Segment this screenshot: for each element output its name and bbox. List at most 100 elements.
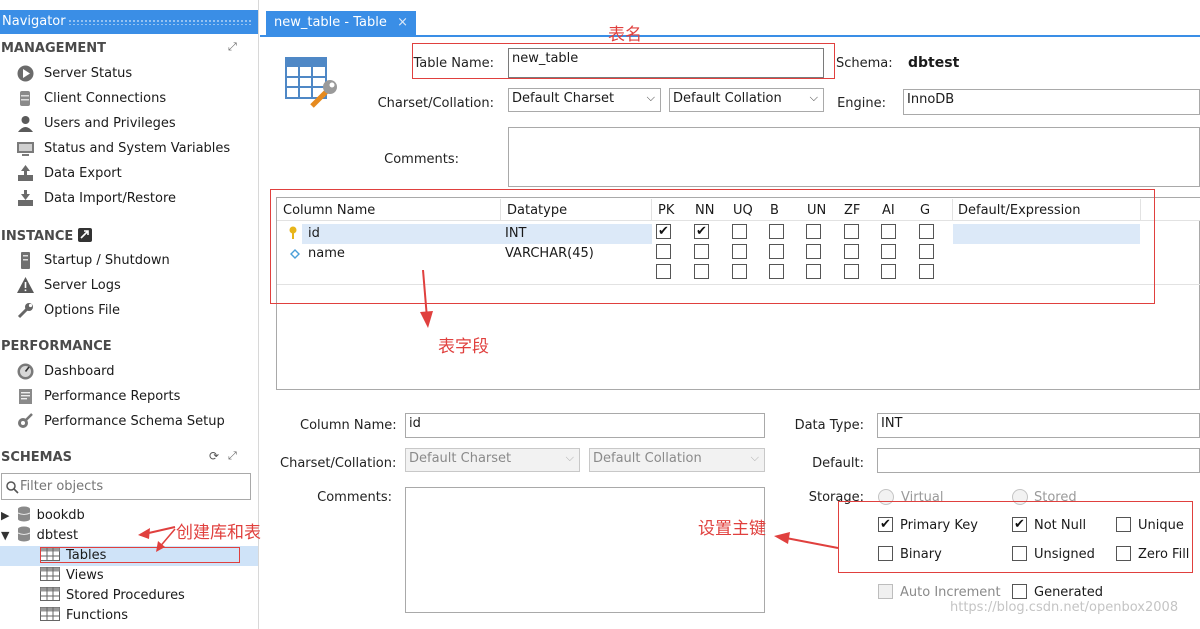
detail-charset-select[interactable]: Default Charset ⌵ <box>405 448 580 472</box>
tree-item-label: Views <box>66 568 104 583</box>
nav-performance-schema-setup[interactable]: Performance Schema Setup <box>16 411 225 433</box>
nav-dashboard[interactable]: Dashboard <box>16 361 115 383</box>
expand-arrow-icon[interactable]: ▶ <box>1 509 9 522</box>
table-comments-textarea[interactable] <box>508 127 1200 187</box>
column-name-label: Column Name: <box>300 418 397 433</box>
annotation-box-primary-key <box>838 501 1193 573</box>
column-name-value: id <box>409 416 421 431</box>
schemas-expand-icon[interactable]: ⤢ <box>228 449 237 463</box>
charset-select[interactable]: Default Charset ⌵ <box>508 88 661 112</box>
filter-box[interactable] <box>1 473 251 500</box>
tree-functions[interactable]: Functions <box>40 606 128 626</box>
nav-client-connections[interactable]: Client Connections <box>16 88 166 110</box>
user-icon <box>18 116 33 132</box>
settings-wrench-icon <box>18 413 33 428</box>
watermark: https://blog.csdn.net/openbox2008 <box>950 600 1179 615</box>
detail-collation-select[interactable]: Default Collation ⌵ <box>589 448 765 472</box>
collation-value: Default Collation <box>673 91 782 106</box>
procedure-icon <box>40 587 60 601</box>
data-type-input[interactable]: INT <box>877 413 1200 438</box>
section-management: MANAGEMENT <box>1 41 107 56</box>
tab-new-table[interactable]: new_table - Table × <box>266 11 416 35</box>
detail-collation-value: Default Collation <box>593 451 702 466</box>
nav-item-label: Startup / Shutdown <box>44 253 170 268</box>
close-icon[interactable]: × <box>397 11 408 35</box>
tree-item-label: Stored Procedures <box>66 588 185 603</box>
schema-bookdb[interactable]: ▶ bookdb <box>1 506 85 526</box>
tree-stored-procedures[interactable]: Stored Procedures <box>40 586 185 606</box>
database-icon <box>20 91 30 106</box>
detail-charset-value: Default Charset <box>409 451 512 466</box>
schema-value: dbtest <box>908 55 960 71</box>
nav-item-label: Options File <box>44 303 121 318</box>
navigator-title: Navigator <box>2 14 66 29</box>
charset-value: Default Charset <box>512 91 615 106</box>
filter-input[interactable] <box>20 477 245 496</box>
nav-data-export[interactable]: Data Export <box>16 163 122 185</box>
charset-label: Charset/Collation: <box>377 96 494 111</box>
nav-item-label: Data Import/Restore <box>44 191 177 206</box>
navigator-header: Navigator <box>0 10 258 34</box>
expand-icon[interactable]: ⤢ <box>228 40 237 54</box>
detail-comments-textarea[interactable] <box>405 487 765 613</box>
schema-dbtest[interactable]: ▼ dbtest <box>1 526 78 546</box>
function-icon <box>40 607 60 621</box>
refresh-icon[interactable]: ⟳ <box>209 449 219 463</box>
detail-comments-label: Comments: <box>317 490 392 505</box>
header-grip <box>68 19 253 25</box>
nav-startup-shutdown[interactable]: Startup / Shutdown <box>16 250 170 272</box>
nav-item-label: Status and System Variables <box>44 141 231 156</box>
table-editor-icon <box>285 57 337 108</box>
collapse-arrow-icon[interactable]: ▼ <box>1 529 9 542</box>
comments-label: Comments: <box>384 152 459 167</box>
column-name-input[interactable]: id <box>405 413 765 438</box>
dashboard-icon <box>17 363 34 380</box>
nav-item-label: Performance Reports <box>44 389 181 404</box>
chevron-down-icon: ⌵ <box>750 451 759 464</box>
wrench-icon <box>17 303 33 319</box>
schema-label: Schema: <box>836 56 893 71</box>
data-type-value: INT <box>881 416 903 431</box>
generated-checkbox[interactable] <box>1012 584 1027 599</box>
nav-server-status[interactable]: Server Status <box>16 63 132 85</box>
export-icon <box>18 165 33 181</box>
section-performance: PERFORMANCE <box>1 339 112 354</box>
chevron-down-icon: ⌵ <box>565 451 574 464</box>
collation-select[interactable]: Default Collation ⌵ <box>669 88 824 112</box>
tab-label: new_table - Table <box>274 15 387 30</box>
import-icon <box>18 190 33 206</box>
search-icon <box>6 481 19 494</box>
annotation-table-fields: 表字段 <box>438 337 489 357</box>
engine-select[interactable]: InnoDB <box>903 89 1200 115</box>
auto-increment-checkbox[interactable] <box>878 584 893 599</box>
annotation-create-db-table: 创建库和表 <box>176 523 261 543</box>
annotation-table-name: 表名 <box>608 25 642 45</box>
tree-item-label: Functions <box>66 608 129 623</box>
nav-status-variables[interactable]: Status and System Variables <box>16 138 230 160</box>
nav-server-logs[interactable]: Server Logs <box>16 275 121 297</box>
view-icon <box>40 567 60 581</box>
nav-data-import[interactable]: Data Import/Restore <box>16 188 176 210</box>
annotation-box-table-name <box>412 43 835 79</box>
tree-views[interactable]: Views <box>40 566 104 586</box>
section-instance: INSTANCE <box>1 228 92 244</box>
annotation-arrow-down <box>420 270 433 328</box>
data-type-label: Data Type: <box>794 418 864 433</box>
nav-users-privileges[interactable]: Users and Privileges <box>16 113 176 135</box>
monitor-icon <box>17 142 34 156</box>
engine-value: InnoDB <box>907 92 955 107</box>
warning-icon <box>17 277 34 293</box>
annotation-arrows-create <box>138 526 176 552</box>
nav-item-label: Dashboard <box>44 364 115 379</box>
section-instance-label: INSTANCE <box>1 229 74 244</box>
default-input[interactable] <box>877 448 1200 473</box>
schema-label: bookdb <box>36 508 85 523</box>
chevron-down-icon: ⌵ <box>809 91 818 104</box>
nav-options-file[interactable]: Options File <box>16 300 120 322</box>
database-icon <box>17 506 30 522</box>
nav-performance-reports[interactable]: Performance Reports <box>16 386 180 408</box>
detail-charset-label: Charset/Collation: <box>280 456 397 471</box>
tab-underline <box>260 35 1200 37</box>
nav-item-label: Client Connections <box>44 91 167 106</box>
section-schemas: SCHEMAS <box>1 450 73 465</box>
